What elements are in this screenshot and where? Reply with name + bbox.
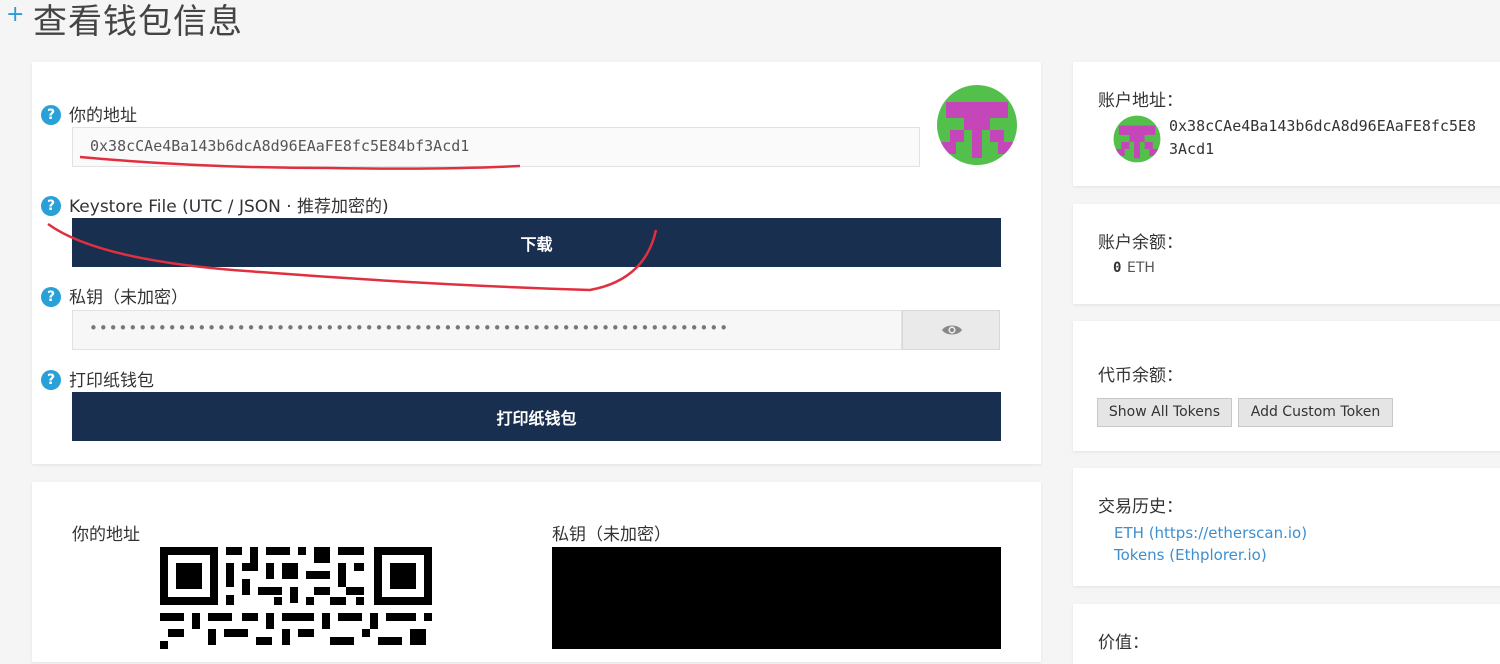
value-label: 价值： xyxy=(1098,633,1149,653)
ethplorer-link[interactable]: Tokens (Ethplorer.io) xyxy=(1114,546,1267,564)
account-balance-card: 账户余额： 0 ETH xyxy=(1073,204,1500,304)
balance-value: 0 xyxy=(1113,260,1122,276)
add-custom-token-button[interactable]: Add Custom Token xyxy=(1238,398,1393,427)
transaction-history-card: 交易历史： ETH (https://etherscan.io) Tokens … xyxy=(1073,468,1500,586)
balance-label: 账户余额： xyxy=(1098,233,1183,253)
show-all-tokens-button[interactable]: Show All Tokens xyxy=(1097,398,1232,427)
account-address-line2: 3Acd1 xyxy=(1169,140,1215,158)
token-label: 代币余额： xyxy=(1098,366,1183,386)
account-address-label: 账户地址： xyxy=(1098,91,1183,111)
balance-unit: ETH xyxy=(1127,260,1155,276)
address-qr-code xyxy=(160,547,432,649)
identicon xyxy=(1113,115,1161,163)
account-address-card: 账户地址： 0x38cCAe4Ba143b6dcA8d96EAaFE8fc5E8… xyxy=(1073,62,1500,186)
token-balance-card: 代币余额： xyxy=(1073,321,1500,451)
value-card: 价值： xyxy=(1073,604,1500,664)
account-address-line1: 0x38cCAe4Ba143b6dcA8d96EAaFE8fc5E8 xyxy=(1169,117,1477,135)
history-label: 交易历史： xyxy=(1098,497,1183,517)
etherscan-link[interactable]: ETH (https://etherscan.io) xyxy=(1114,524,1307,542)
qr-privkey-label: 私钥（未加密） xyxy=(552,525,671,545)
qr-address-label: 你的地址 xyxy=(72,525,140,545)
privkey-qr-redacted xyxy=(552,547,1001,649)
